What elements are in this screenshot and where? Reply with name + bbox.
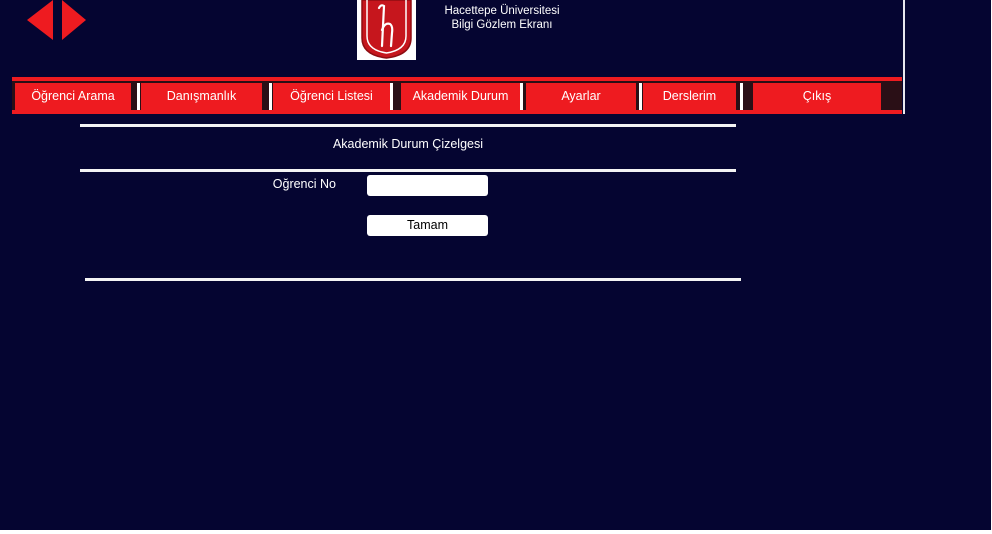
main-menu: Öğrenci Arama Danışmanlık Öğrenci Listes… (12, 77, 902, 114)
menu-item-ogrenci-arama[interactable]: Öğrenci Arama (15, 83, 131, 110)
student-no-input[interactable] (367, 175, 488, 196)
student-no-label: Oğrenci No (272, 177, 336, 191)
submit-button[interactable]: Tamam (367, 215, 488, 236)
menu-separator (639, 83, 642, 110)
divider-middle (80, 169, 736, 172)
header-title: Hacettepe Üniversitesi Bilgi Gözlem Ekra… (402, 4, 602, 32)
divider-bottom (85, 278, 741, 281)
frame-border (903, 0, 905, 114)
nav-arrows (27, 0, 89, 40)
menu-separator (269, 83, 272, 110)
menu-item-akademik-durum[interactable]: Akademik Durum (401, 83, 520, 110)
page-title: Akademik Durum Çizelgesi (332, 137, 484, 151)
menu-item-cikis[interactable]: Çıkış (753, 83, 881, 110)
arrow-right-icon[interactable] (60, 0, 88, 40)
menu-item-ogrenci-listesi[interactable]: Öğrenci Listesi (273, 83, 390, 110)
menu-separator (390, 83, 393, 110)
menu-separator (520, 83, 523, 110)
arrow-left-icon[interactable] (27, 0, 55, 40)
university-name: Hacettepe Üniversitesi (444, 5, 560, 17)
menu-separator (137, 83, 140, 110)
menu-item-derslerim[interactable]: Derslerim (643, 83, 736, 110)
menu-separator (740, 83, 743, 110)
screen-name: Bilgi Gözlem Ekranı (451, 19, 553, 31)
menu-item-danismanlik[interactable]: Danışmanlık (141, 83, 262, 110)
menu-item-ayarlar[interactable]: Ayarlar (526, 83, 636, 110)
divider-top (80, 124, 736, 127)
